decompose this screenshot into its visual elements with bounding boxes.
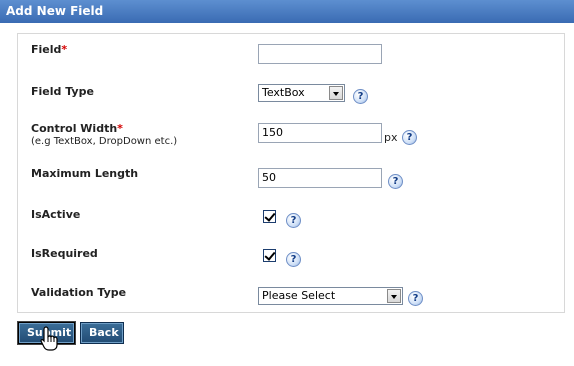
control-width-input[interactable]: 150 xyxy=(258,123,382,143)
field-type-label: Field Type xyxy=(31,85,94,98)
chevron-down-icon[interactable] xyxy=(329,86,343,100)
control-width-hint: (e.g TextBox, DropDown etc.) xyxy=(31,136,178,147)
is-active-label: IsActive xyxy=(31,208,81,221)
help-icon[interactable]: ? xyxy=(353,89,368,104)
help-icon[interactable]: ? xyxy=(408,291,423,306)
control-width-unit: px xyxy=(384,131,398,144)
chevron-down-icon[interactable] xyxy=(387,289,401,303)
validation-type-label: Validation Type xyxy=(31,286,127,299)
max-length-label: Maximum Length xyxy=(31,167,139,180)
add-field-form: Field* Field Type TextBox ? Control Widt… xyxy=(17,33,565,313)
hand-cursor-icon xyxy=(40,326,58,351)
back-button[interactable]: Back xyxy=(80,322,124,344)
help-icon[interactable]: ? xyxy=(286,252,301,267)
panel-title: Add New Field xyxy=(6,4,104,18)
is-required-label: IsRequired xyxy=(31,247,98,260)
max-length-input[interactable]: 50 xyxy=(258,168,382,188)
field-input[interactable] xyxy=(258,44,382,64)
is-required-checkbox[interactable] xyxy=(263,249,276,262)
panel-header: Add New Field xyxy=(0,0,574,23)
field-label: Field* xyxy=(31,43,68,56)
field-type-select[interactable]: TextBox xyxy=(258,84,345,102)
validation-type-selected: Please Select xyxy=(262,289,336,302)
control-width-label: Control Width* xyxy=(31,122,123,135)
help-icon[interactable]: ? xyxy=(388,174,403,189)
help-icon[interactable]: ? xyxy=(402,130,417,145)
validation-type-select[interactable]: Please Select xyxy=(258,287,403,305)
field-type-selected: TextBox xyxy=(262,86,305,99)
is-active-checkbox[interactable] xyxy=(263,210,276,223)
help-icon[interactable]: ? xyxy=(286,213,301,228)
